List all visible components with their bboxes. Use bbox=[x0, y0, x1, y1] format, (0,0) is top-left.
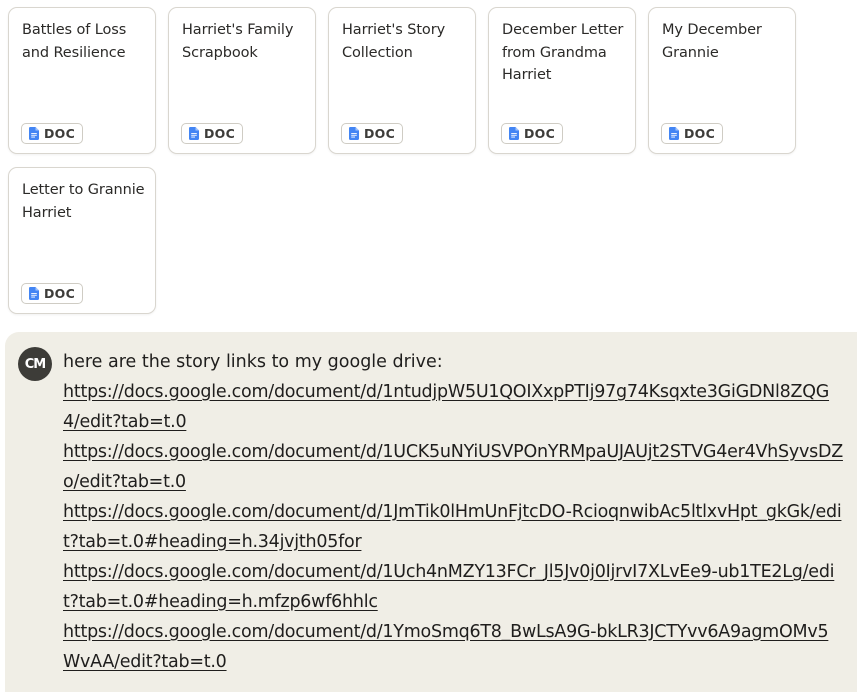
avatar: CM bbox=[18, 347, 52, 381]
card-title: Harriet's Family Scrapbook bbox=[182, 22, 294, 61]
doc-badge-label: DOC bbox=[684, 126, 716, 141]
doc-badge-label: DOC bbox=[364, 126, 396, 141]
doc-badge-label: DOC bbox=[524, 126, 556, 141]
doc-badge: DOC bbox=[501, 123, 564, 144]
drive-link[interactable]: https://docs.google.com/document/d/1UCK5… bbox=[63, 437, 843, 497]
attachment-card-family-scrapbook[interactable]: Harriet's Family Scrapbook DOC bbox=[168, 7, 316, 154]
doc-badge-label: DOC bbox=[44, 126, 76, 141]
google-docs-icon bbox=[669, 127, 679, 140]
doc-badge: DOC bbox=[661, 123, 724, 144]
drive-link[interactable]: https://docs.google.com/document/d/1JmTi… bbox=[63, 497, 843, 557]
card-title: December Letter from Grandma Harriet bbox=[502, 22, 624, 83]
attachment-card-battles[interactable]: Battles of Loss and Resilience DOC bbox=[8, 7, 156, 154]
doc-badge: DOC bbox=[21, 123, 84, 144]
card-title: Battles of Loss and Resilience bbox=[22, 22, 127, 61]
message-intro-text: here are the story links to my google dr… bbox=[63, 352, 443, 372]
attachment-card-story-collection[interactable]: Harriet's Story Collection DOC bbox=[328, 7, 476, 154]
doc-badge: DOC bbox=[341, 123, 404, 144]
message-body: here are the story links to my google dr… bbox=[63, 347, 843, 677]
doc-badge: DOC bbox=[181, 123, 244, 144]
attachment-card-letter-to-grannie[interactable]: Letter to Grannie Harriet DOC bbox=[8, 167, 156, 314]
card-title: Letter to Grannie Harriet bbox=[22, 182, 145, 221]
drive-link[interactable]: https://docs.google.com/document/d/1ntud… bbox=[63, 377, 843, 437]
doc-badge: DOC bbox=[21, 283, 84, 304]
google-docs-icon bbox=[29, 287, 39, 300]
card-title: My December Grannie bbox=[662, 22, 762, 61]
google-docs-icon bbox=[189, 127, 199, 140]
drive-link[interactable]: https://docs.google.com/document/d/1Uch4… bbox=[63, 557, 843, 617]
google-docs-icon bbox=[349, 127, 359, 140]
card-title: Harriet's Story Collection bbox=[342, 22, 446, 61]
google-docs-icon bbox=[29, 127, 39, 140]
attachment-card-december-grannie[interactable]: My December Grannie DOC bbox=[648, 7, 796, 154]
user-message: CM here are the story links to my google… bbox=[5, 332, 857, 692]
drive-link[interactable]: https://docs.google.com/document/d/1YmoS… bbox=[63, 617, 843, 677]
attachment-card-december-letter[interactable]: December Letter from Grandma Harriet DOC bbox=[488, 7, 636, 154]
doc-badge-label: DOC bbox=[204, 126, 236, 141]
doc-badge-label: DOC bbox=[44, 286, 76, 301]
google-docs-icon bbox=[509, 127, 519, 140]
